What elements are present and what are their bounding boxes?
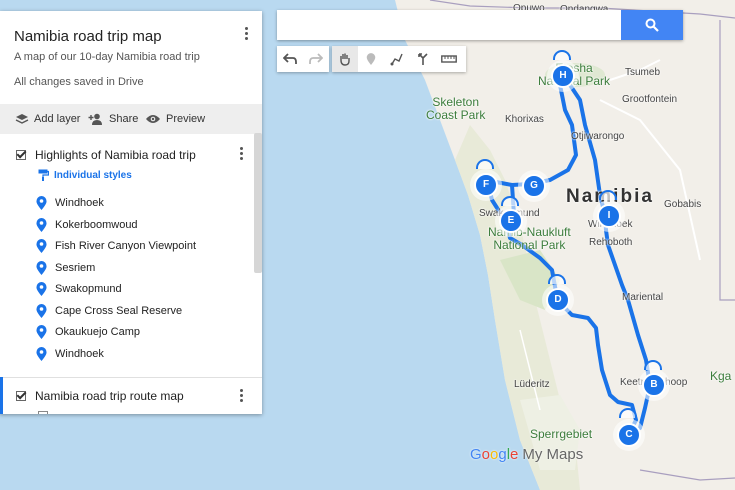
place-pin-icon: [36, 282, 47, 296]
place-pin-icon: [36, 218, 47, 232]
map-marker-f[interactable]: F: [474, 173, 498, 197]
place-pin-icon: [36, 304, 47, 318]
layer-options-menu-icon[interactable]: [238, 147, 244, 162]
map-label-rehoboth: Rehoboth: [589, 237, 633, 248]
search-button[interactable]: [621, 10, 683, 40]
map-title[interactable]: Namibia road trip map: [14, 28, 162, 45]
paint-roller-icon: [38, 169, 49, 181]
map-label-luderitz: Lüderitz: [514, 379, 550, 390]
redo-icon: [309, 53, 323, 64]
hand-pan-icon: [340, 53, 350, 66]
undo-icon: [283, 53, 297, 64]
map-label-khorixas: Khorixas: [505, 114, 544, 125]
individual-styles-link[interactable]: Individual styles: [38, 169, 132, 181]
undo-redo-group: [277, 46, 329, 72]
undo-button[interactable]: [277, 46, 303, 72]
google-my-maps-logo: Google My Maps: [470, 446, 584, 463]
add-marker-icon: [366, 53, 376, 65]
add-layer-button[interactable]: Add layer: [15, 104, 80, 134]
save-status: All changes saved in Drive: [14, 76, 144, 88]
measure-button[interactable]: [436, 46, 462, 72]
map-tools-group: [332, 46, 466, 72]
map-label-skeleton-coast: Skeleton Coast Park: [426, 95, 486, 122]
share-button[interactable]: Share: [88, 104, 138, 134]
map-label-namib-naukluft: Namib-Naukluft National Park: [488, 225, 571, 252]
directions-icon: [418, 53, 428, 65]
place-item[interactable]: Fish River Canyon Viewpoint: [36, 238, 196, 254]
redo-button[interactable]: [303, 46, 329, 72]
place-item[interactable]: Windhoek: [36, 346, 104, 362]
map-description[interactable]: A map of our 10-day Namibia road trip: [14, 51, 200, 63]
layer-name[interactable]: Namibia road trip route map: [35, 389, 184, 403]
layer-header-highlights[interactable]: Highlights of Namibia road trip: [16, 146, 196, 164]
search-input[interactable]: [277, 10, 621, 40]
map-label-otjiwarongo: Otjiwarongo: [571, 131, 625, 142]
map-label-kgalagadi: Kga: [710, 369, 732, 383]
map-marker-b[interactable]: B: [642, 373, 666, 397]
layer-header-route[interactable]: Namibia road trip route map: [16, 387, 184, 405]
sublayer-checkbox[interactable]: [38, 411, 48, 414]
panel-actions-bar: Add layer Share Preview: [0, 104, 262, 134]
preview-button[interactable]: Preview: [145, 104, 205, 134]
map-label-grootfontein: Grootfontein: [622, 94, 678, 105]
layer-visibility-checkbox[interactable]: [16, 150, 26, 160]
place-pin-icon: [36, 347, 47, 361]
layer-visibility-checkbox[interactable]: [16, 391, 26, 401]
search-bar: [277, 10, 683, 40]
map-label-mariental: Mariental: [622, 292, 664, 303]
map-label-gobabis: Gobabis: [664, 199, 702, 210]
place-item[interactable]: Kokerboomwoud: [36, 217, 138, 233]
place-item[interactable]: Cape Cross Seal Reserve: [36, 303, 182, 319]
map-label-sperrgebiet: Sperrgebiet: [530, 427, 593, 441]
directions-button[interactable]: [410, 46, 436, 72]
map-marker-g[interactable]: G: [522, 174, 546, 198]
place-pin-icon: [36, 261, 47, 275]
place-pin-icon: [36, 325, 47, 339]
map-label-tsumeb: Tsumeb: [625, 67, 661, 78]
map-marker-c[interactable]: C: [617, 423, 641, 447]
map-marker-e[interactable]: E: [499, 209, 523, 233]
search-icon: [645, 18, 659, 32]
pan-tool-button[interactable]: [332, 46, 358, 72]
layer-divider: [0, 377, 262, 378]
selected-layer-indicator: [0, 377, 3, 414]
map-marker-i[interactable]: I: [597, 204, 621, 228]
layer-options-menu-icon[interactable]: [238, 389, 244, 404]
draw-line-icon: [390, 53, 403, 66]
layers-icon: [15, 114, 29, 124]
eye-icon: [146, 115, 160, 123]
layer-name[interactable]: Highlights of Namibia road trip: [35, 148, 196, 162]
panel-scrollbar[interactable]: [254, 133, 262, 273]
map-marker-h[interactable]: H: [551, 64, 575, 88]
measure-ruler-icon: [441, 55, 457, 63]
place-item[interactable]: Okaukuejo Camp: [36, 324, 140, 340]
add-marker-button[interactable]: [358, 46, 384, 72]
add-person-icon: [88, 113, 102, 125]
map-options-menu-icon[interactable]: [243, 27, 249, 42]
place-pin-icon: [36, 239, 47, 253]
place-pin-icon: [36, 196, 47, 210]
map-sidebar-panel: Namibia road trip map A map of our 10-da…: [0, 11, 262, 414]
place-item[interactable]: Swakopmund: [36, 281, 122, 297]
map-marker-d[interactable]: D: [546, 288, 570, 312]
place-item[interactable]: Sesriem: [36, 260, 95, 276]
draw-line-button[interactable]: [384, 46, 410, 72]
place-item[interactable]: Windhoek: [36, 195, 104, 211]
